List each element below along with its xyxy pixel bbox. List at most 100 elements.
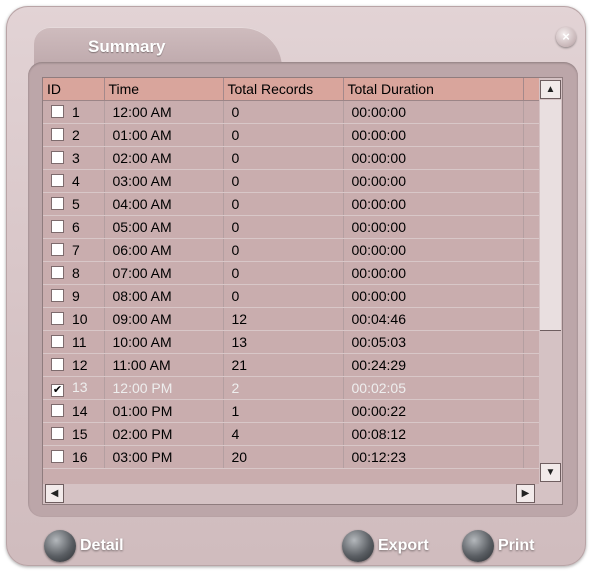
column-header-time[interactable]: Time xyxy=(104,78,224,101)
row-checkbox[interactable] xyxy=(51,151,64,164)
cell-total-records: 2 xyxy=(223,376,344,400)
cell-id: 16 xyxy=(43,445,105,469)
table-row[interactable]: 15 02:00 PM 4 00:08:12 xyxy=(43,422,540,446)
scroll-thumb[interactable] xyxy=(540,100,561,331)
table-row[interactable]: 3 02:00 AM 0 00:00:00 xyxy=(43,146,540,170)
row-checkbox[interactable] xyxy=(51,105,64,118)
table-row[interactable]: 16 03:00 PM 20 00:12:23 xyxy=(43,445,540,469)
table-row[interactable]: 8 07:00 AM 0 00:00:00 xyxy=(43,261,540,285)
cell-time: 10:00 AM xyxy=(104,330,224,354)
cell-total-duration: 00:00:22 xyxy=(343,399,524,423)
table-row[interactable]: 11 10:00 AM 13 00:05:03 xyxy=(43,330,540,354)
cell-total-duration: 00:00:00 xyxy=(343,215,524,239)
table-header-row: ID Time Total Records Total Duration xyxy=(43,78,540,101)
row-id: 11 xyxy=(72,334,87,350)
cell-total-records: 12 xyxy=(223,307,344,331)
close-button[interactable]: × xyxy=(556,27,576,47)
row-checkbox[interactable] xyxy=(51,128,64,141)
cell-time: 02:00 PM xyxy=(104,422,224,446)
print-button[interactable]: Print xyxy=(462,530,534,562)
row-checkbox[interactable] xyxy=(51,358,64,371)
cell-time: 05:00 AM xyxy=(104,215,224,239)
row-id: 1 xyxy=(72,104,80,120)
cell-total-records: 0 xyxy=(223,261,344,285)
cell-time: 01:00 PM xyxy=(104,399,224,423)
cell-time: 06:00 AM xyxy=(104,238,224,262)
table-row[interactable]: 5 04:00 AM 0 00:00:00 xyxy=(43,192,540,216)
export-label: Export xyxy=(378,537,429,554)
row-checkbox[interactable] xyxy=(51,266,64,279)
cell-filler xyxy=(523,238,540,262)
cell-id: 1 xyxy=(43,100,105,124)
scroll-left-button[interactable]: ◀ xyxy=(45,484,64,503)
row-checkbox[interactable] xyxy=(51,450,64,463)
table-row[interactable]: 10 09:00 AM 12 00:04:46 xyxy=(43,307,540,331)
row-checkbox[interactable]: ✔ xyxy=(51,384,64,397)
cell-total-duration: 00:24:29 xyxy=(343,353,524,377)
table-row[interactable]: 12 11:00 AM 21 00:24:29 xyxy=(43,353,540,377)
row-checkbox[interactable] xyxy=(51,404,64,417)
scroll-down-button[interactable]: ▼ xyxy=(540,463,561,482)
table-row[interactable]: 9 08:00 AM 0 00:00:00 xyxy=(43,284,540,308)
row-id: 2 xyxy=(72,127,80,143)
cell-time: 07:00 AM xyxy=(104,261,224,285)
row-checkbox[interactable] xyxy=(51,220,64,233)
cell-id: 7 xyxy=(43,238,105,262)
row-checkbox[interactable] xyxy=(51,335,64,348)
scrollbar-corner xyxy=(539,484,563,505)
cell-total-records: 21 xyxy=(223,353,344,377)
cell-id: 3 xyxy=(43,146,105,170)
row-checkbox[interactable] xyxy=(51,197,64,210)
scroll-right-button[interactable]: ▶ xyxy=(516,484,535,503)
row-id: 6 xyxy=(72,219,80,235)
cell-time: 09:00 AM xyxy=(104,307,224,331)
cell-total-duration: 00:00:00 xyxy=(343,238,524,262)
vertical-scrollbar[interactable]: ▲ ▼ xyxy=(539,77,563,486)
cell-id: 2 xyxy=(43,123,105,147)
row-checkbox[interactable] xyxy=(51,289,64,302)
cell-total-records: 0 xyxy=(223,284,344,308)
column-header-id[interactable]: ID xyxy=(43,78,105,101)
cell-time: 12:00 AM xyxy=(104,100,224,124)
row-checkbox[interactable] xyxy=(51,312,64,325)
row-id: 9 xyxy=(72,288,80,304)
cell-id: 11 xyxy=(43,330,105,354)
arrow-left-icon: ◀ xyxy=(50,488,59,499)
column-header-filler xyxy=(523,78,540,101)
table-row[interactable]: 4 03:00 AM 0 00:00:00 xyxy=(43,169,540,193)
row-checkbox[interactable] xyxy=(51,174,64,187)
table-row[interactable]: 14 01:00 PM 1 00:00:22 xyxy=(43,399,540,423)
cell-total-records: 13 xyxy=(223,330,344,354)
print-label: Print xyxy=(498,537,535,554)
export-button[interactable]: Export xyxy=(342,530,429,562)
column-header-total-records[interactable]: Total Records xyxy=(223,78,344,101)
cell-total-records: 4 xyxy=(223,422,344,446)
detail-button[interactable]: Detail xyxy=(44,530,124,562)
cell-id: 4 xyxy=(43,169,105,193)
cell-total-records: 20 xyxy=(223,445,344,469)
cell-total-records: 0 xyxy=(223,100,344,124)
cell-filler xyxy=(523,445,540,469)
cell-total-duration: 00:00:00 xyxy=(343,169,524,193)
row-checkbox[interactable] xyxy=(51,427,64,440)
cell-total-duration: 00:12:23 xyxy=(343,445,524,469)
scroll-up-button[interactable]: ▲ xyxy=(540,80,561,99)
row-id: 14 xyxy=(72,403,88,419)
table-row[interactable]: 1 12:00 AM 0 00:00:00 xyxy=(43,100,540,124)
row-checkbox[interactable] xyxy=(51,243,64,256)
row-id: 15 xyxy=(72,426,88,442)
table-row[interactable]: ✔ 13 12:00 PM 2 00:02:05 xyxy=(43,376,540,400)
cell-total-records: 0 xyxy=(223,123,344,147)
cell-filler xyxy=(523,376,540,400)
cell-total-duration: 00:04:46 xyxy=(343,307,524,331)
horizontal-scrollbar[interactable]: ◀ ▶ xyxy=(42,484,541,505)
cell-id: 9 xyxy=(43,284,105,308)
table-row[interactable]: 7 06:00 AM 0 00:00:00 xyxy=(43,238,540,262)
table-row[interactable]: 2 01:00 AM 0 00:00:00 xyxy=(43,123,540,147)
row-id: 8 xyxy=(72,265,80,281)
summary-table: ID Time Total Records Total Duration 1 12… xyxy=(42,77,541,486)
column-header-total-duration[interactable]: Total Duration xyxy=(343,78,524,101)
table-row[interactable]: 6 05:00 AM 0 00:00:00 xyxy=(43,215,540,239)
cell-time: 11:00 AM xyxy=(104,353,224,377)
cell-total-duration: 00:05:03 xyxy=(343,330,524,354)
